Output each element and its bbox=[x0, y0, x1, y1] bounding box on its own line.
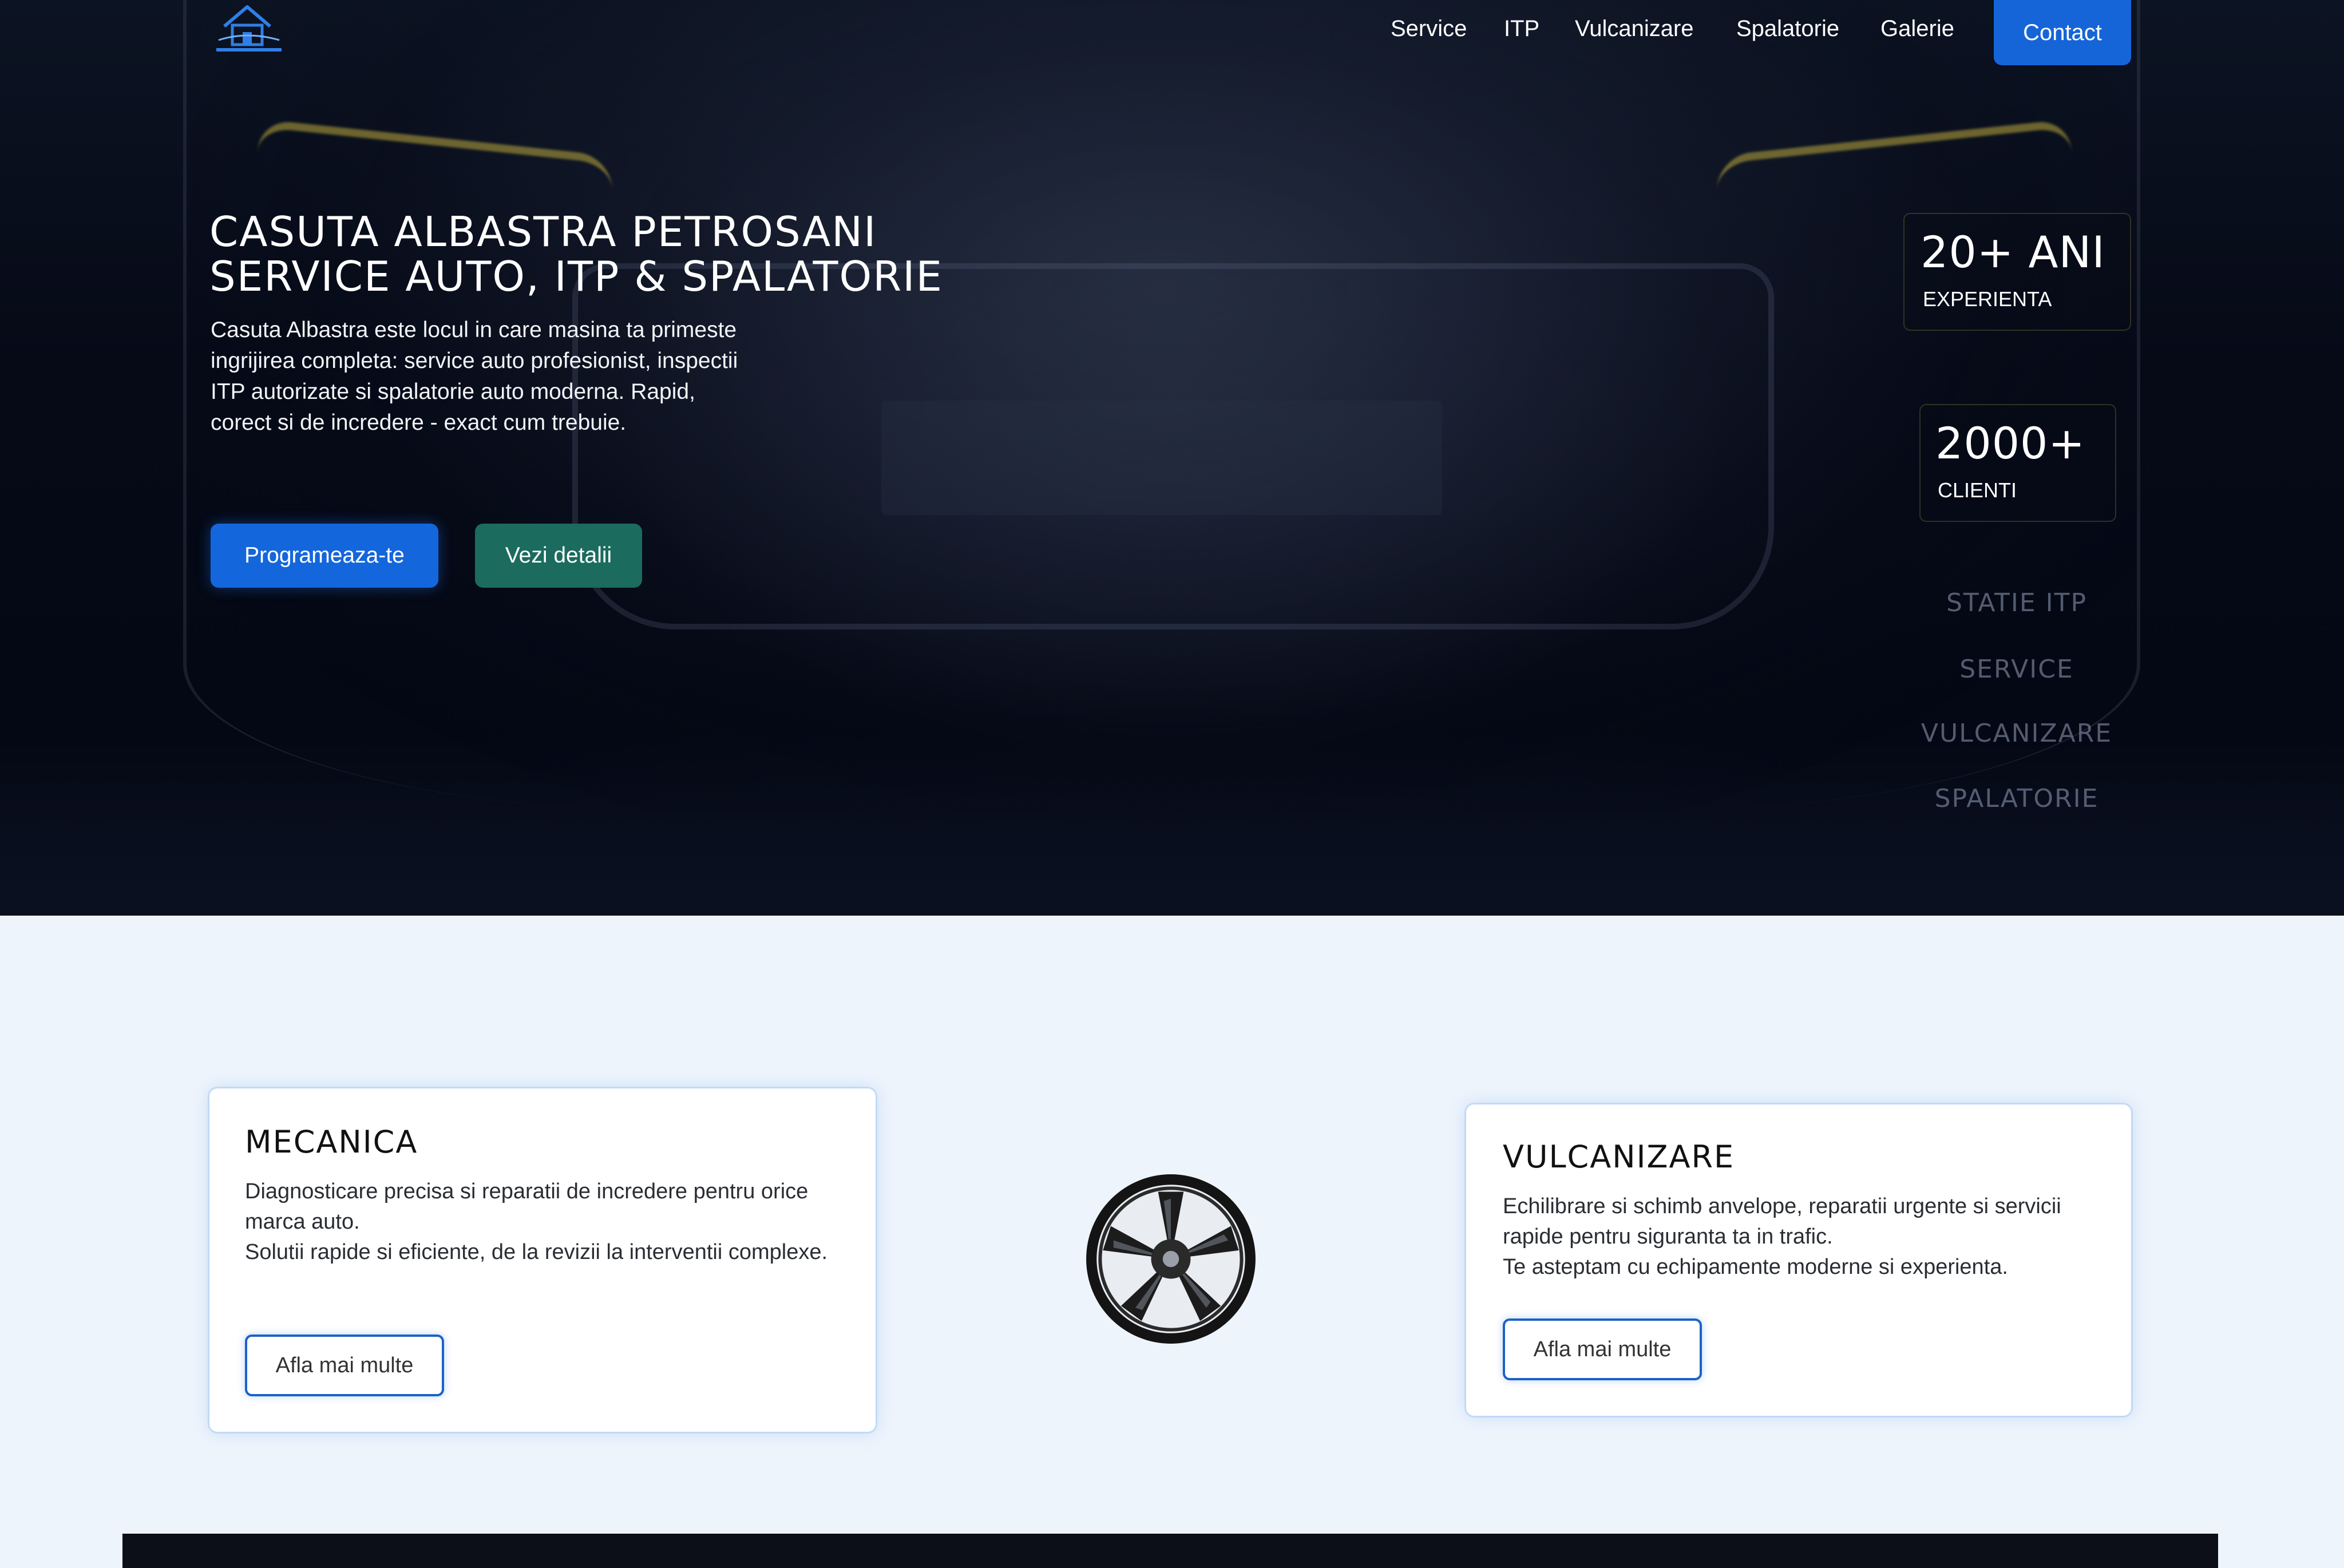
hero-description: Casuta Albastra este locul in care masin… bbox=[211, 318, 738, 435]
stat-experience-value: 20+ ANI bbox=[1921, 227, 2105, 278]
stat-clients-label: CLIENTI bbox=[1938, 478, 2017, 502]
hero-title-line2: SERVICE AUTO, ITP & SPALATORIE bbox=[209, 252, 943, 300]
card-mecanica: MECANICA Diagnosticare precisa si repara… bbox=[209, 1088, 876, 1432]
nav-link-service[interactable]: Service bbox=[1391, 16, 1467, 42]
card-vulcanizare-text: Echilibrare si schimb anvelope, reparati… bbox=[1503, 1194, 2061, 1279]
nav-link-itp[interactable]: ITP bbox=[1504, 16, 1539, 42]
card-mecanica-title: MECANICA bbox=[245, 1124, 418, 1160]
nav-link-galerie[interactable]: Galerie bbox=[1880, 16, 1954, 42]
card-mecanica-button[interactable]: Afla mai multe bbox=[245, 1335, 444, 1396]
hero-title: CASUTA ALBASTRA PETROSANI SERVICE AUTO, … bbox=[209, 209, 943, 299]
card-vulcanizare: VULCANIZARE Echilibrare si schimb anvelo… bbox=[1466, 1104, 2131, 1416]
stat-experience-label: EXPERIENTA bbox=[1923, 287, 2052, 311]
stat-clients-value: 2000+ bbox=[1935, 418, 2086, 469]
stat-clients: 2000+ CLIENTI bbox=[1919, 404, 2116, 522]
card-mecanica-text: Diagnosticare precisa si reparatii de in… bbox=[245, 1179, 828, 1264]
next-section-band bbox=[122, 1534, 2218, 1568]
service-tag-spalatorie: SPALATORIE bbox=[1934, 784, 2099, 813]
nav-link-vulcanizare[interactable]: Vulcanizare bbox=[1575, 16, 1694, 42]
card-vulcanizare-button[interactable]: Afla mai multe bbox=[1503, 1318, 1702, 1380]
hero-title-line1: CASUTA ALBASTRA PETROSANI bbox=[209, 208, 877, 256]
schedule-button[interactable]: Programeaza-te bbox=[211, 524, 438, 588]
contact-button[interactable]: Contact bbox=[1994, 0, 2131, 65]
wheel-icon bbox=[1084, 1172, 1258, 1346]
service-tag-itp: STATIE ITP bbox=[1946, 588, 2088, 617]
service-tag-service: SERVICE bbox=[1959, 655, 2074, 684]
house-logo-icon[interactable] bbox=[212, 2, 286, 55]
details-button[interactable]: Vezi detalii bbox=[475, 524, 642, 588]
stat-experience: 20+ ANI EXPERIENTA bbox=[1903, 213, 2131, 331]
car-plate bbox=[881, 401, 1442, 515]
service-tag-vulcanizare: VULCANIZARE bbox=[1921, 719, 2113, 748]
card-vulcanizare-title: VULCANIZARE bbox=[1503, 1139, 1735, 1175]
nav-link-spalatorie[interactable]: Spalatorie bbox=[1736, 16, 1839, 42]
